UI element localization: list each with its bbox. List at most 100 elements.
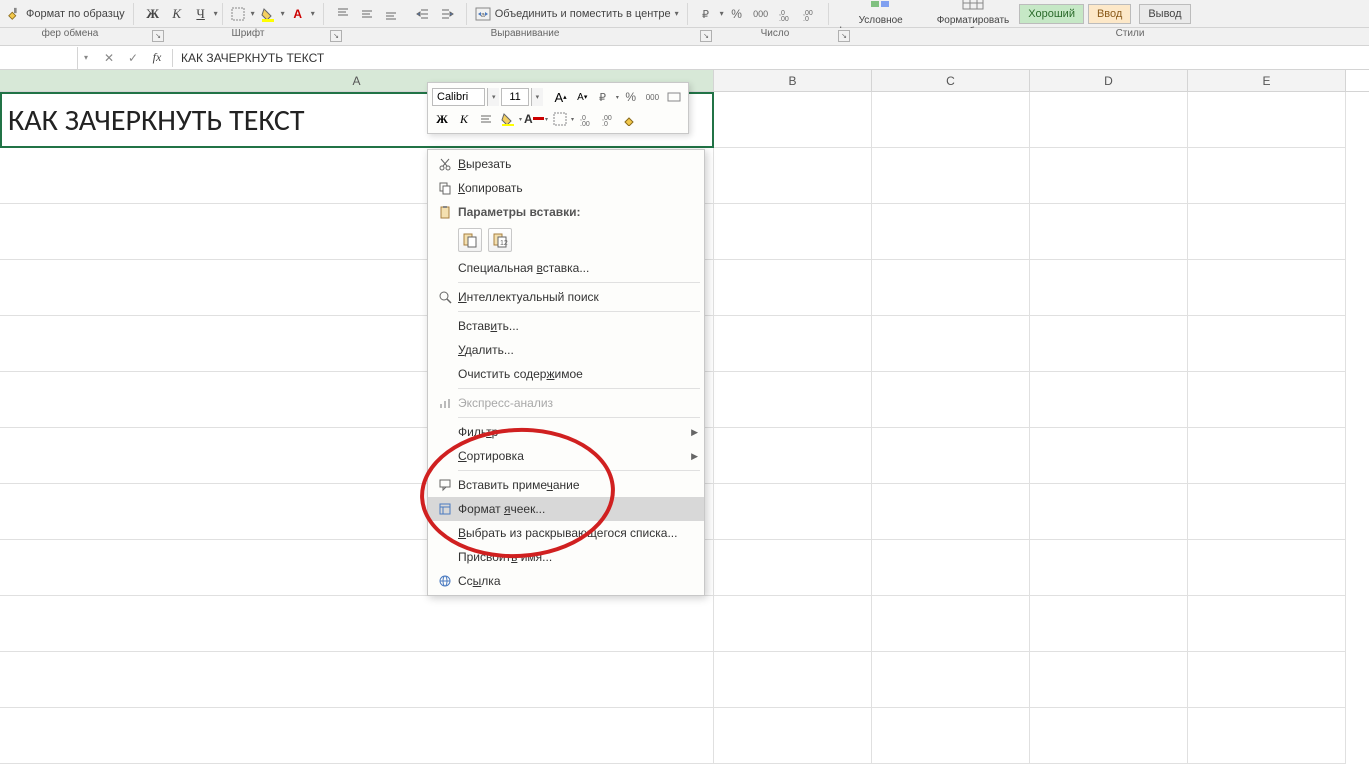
ctx-link[interactable]: Ссылка bbox=[428, 569, 704, 593]
mini-borders-button[interactable] bbox=[550, 109, 570, 129]
svg-text:₽: ₽ bbox=[599, 92, 606, 104]
chevron-right-icon: ▶ bbox=[691, 427, 698, 438]
align-middle-button[interactable] bbox=[356, 3, 378, 25]
mini-font-select[interactable]: Calibri bbox=[432, 88, 485, 106]
cell-c1[interactable] bbox=[872, 92, 1030, 148]
svg-text:a: a bbox=[481, 12, 485, 19]
alignment-launcher[interactable]: ↘ bbox=[700, 30, 712, 42]
increase-decimal-button[interactable]: ,0,00 bbox=[774, 3, 796, 25]
paste-option-default[interactable] bbox=[458, 228, 482, 252]
accounting-format-button[interactable]: ₽ bbox=[696, 3, 718, 25]
percent-button[interactable]: % bbox=[726, 3, 748, 25]
mini-bold-button[interactable]: Ж bbox=[432, 109, 452, 129]
ctx-filter[interactable]: Фильтр ▶ bbox=[428, 420, 704, 444]
comma-button[interactable]: 000 bbox=[750, 3, 772, 25]
mini-decrease-font-button[interactable]: A▾ bbox=[572, 87, 592, 107]
ctx-paste-options-row: 123 bbox=[428, 224, 704, 256]
mini-decimal-inc-button[interactable]: ,0,00 bbox=[576, 109, 596, 129]
paste-option-values[interactable]: 123 bbox=[488, 228, 512, 252]
col-header-d[interactable]: D bbox=[1030, 70, 1188, 91]
col-header-e[interactable]: E bbox=[1188, 70, 1346, 91]
borders-button[interactable] bbox=[227, 3, 249, 25]
ctx-delete[interactable]: Удалить... bbox=[428, 338, 704, 362]
svg-text:,0: ,0 bbox=[602, 121, 608, 126]
align-top-button[interactable] bbox=[332, 3, 354, 25]
group-alignment: Выравнивание bbox=[350, 28, 700, 39]
context-menu: ВВырезатьырезать Копировать Параметры вс… bbox=[427, 149, 705, 596]
mini-accounting-button[interactable]: ₽ bbox=[594, 87, 614, 107]
mini-comma-button[interactable]: 000 bbox=[643, 87, 663, 107]
mini-fill-color-button[interactable] bbox=[498, 109, 518, 129]
bold-button[interactable]: Ж bbox=[142, 3, 164, 25]
ctx-smart-lookup[interactable]: Интеллектуальный поиск bbox=[428, 285, 704, 309]
ribbon-groups-row: фер обмена ↘ Шрифт ↘ Выравнивание ↘ Числ… bbox=[0, 28, 1369, 46]
ctx-pick-from-list[interactable]: Выбрать из раскрывающегося списка... bbox=[428, 521, 704, 545]
mini-align-button[interactable] bbox=[476, 109, 496, 129]
mini-merge-button[interactable] bbox=[664, 87, 684, 107]
ctx-sort[interactable]: Сортировка ▶ bbox=[428, 444, 704, 468]
svg-text:,0: ,0 bbox=[803, 16, 809, 21]
mini-italic-button[interactable]: К bbox=[454, 109, 474, 129]
decrease-indent-button[interactable] bbox=[412, 3, 434, 25]
col-header-b[interactable]: B bbox=[714, 70, 872, 91]
svg-text:₽: ₽ bbox=[702, 9, 709, 21]
name-box-dropdown[interactable]: ▾ bbox=[78, 53, 94, 62]
ribbon-toolbar: Формат по образцу Ж К Ч▾ ▾ ▾ A▾ a Объеди… bbox=[0, 0, 1369, 28]
mini-decimal-dec-button[interactable]: ,00,0 bbox=[598, 109, 618, 129]
comment-icon bbox=[432, 478, 458, 492]
confirm-formula-button[interactable]: ✓ bbox=[124, 49, 142, 67]
col-header-c[interactable]: C bbox=[872, 70, 1030, 91]
copy-icon bbox=[432, 181, 458, 195]
italic-button[interactable]: К bbox=[166, 3, 188, 25]
mini-size-dropdown[interactable]: ▾ bbox=[531, 88, 543, 106]
search-icon bbox=[432, 290, 458, 304]
number-launcher[interactable]: ↘ bbox=[838, 30, 850, 42]
name-box[interactable] bbox=[0, 47, 78, 69]
merge-center-button[interactable]: a Объединить и поместить в центре ▾ bbox=[469, 0, 685, 27]
font-buttons-group: Ж К Ч▾ ▾ ▾ A▾ bbox=[136, 0, 321, 27]
cancel-formula-button[interactable]: ✕ bbox=[100, 49, 118, 67]
ctx-special-paste[interactable]: Специальная вставка... bbox=[428, 256, 704, 280]
table-icon bbox=[961, 0, 985, 15]
ctx-clear[interactable]: Очистить содержимое bbox=[428, 362, 704, 386]
mini-size-select[interactable]: 11 bbox=[501, 88, 529, 106]
cell-style-output[interactable]: Вывод bbox=[1139, 4, 1190, 24]
cell-style-input[interactable]: Ввод bbox=[1088, 4, 1131, 24]
ctx-cut[interactable]: ВВырезатьырезать bbox=[428, 152, 704, 176]
cell-e1[interactable] bbox=[1188, 92, 1346, 148]
clipboard-icon bbox=[432, 205, 458, 219]
ctx-assign-name[interactable]: Присвоить имя... bbox=[428, 545, 704, 569]
svg-text:123: 123 bbox=[500, 240, 508, 247]
ctx-insert-comment[interactable]: Вставить примечание bbox=[428, 473, 704, 497]
merge-center-label: Объединить и поместить в центре bbox=[495, 8, 671, 20]
fill-color-button[interactable] bbox=[257, 3, 279, 25]
cell-style-good[interactable]: Хороший bbox=[1019, 4, 1084, 24]
decrease-decimal-button[interactable]: ,00,0 bbox=[798, 3, 820, 25]
mini-font-dropdown[interactable]: ▾ bbox=[487, 88, 499, 106]
conditional-format-icon bbox=[869, 0, 893, 15]
ctx-format-cells[interactable]: Формат ячеек... bbox=[428, 497, 704, 521]
group-styles: Стили bbox=[1000, 28, 1260, 39]
cell-b1[interactable] bbox=[714, 92, 872, 148]
underline-button[interactable]: Ч bbox=[190, 3, 212, 25]
format-painter-button[interactable]: Формат по образцу bbox=[0, 0, 131, 27]
fx-button[interactable]: fx bbox=[148, 49, 166, 67]
mini-increase-font-button[interactable]: A▴ bbox=[551, 87, 571, 107]
ctx-insert[interactable]: Вставить... bbox=[428, 314, 704, 338]
increase-indent-button[interactable] bbox=[436, 3, 458, 25]
mini-font-color-button[interactable]: A bbox=[524, 109, 544, 129]
mini-percent-button[interactable]: % bbox=[621, 87, 641, 107]
format-cells-icon bbox=[432, 502, 458, 516]
clipboard-launcher[interactable]: ↘ bbox=[152, 30, 164, 42]
formula-input[interactable]: КАК ЗАЧЕРКНУТЬ ТЕКСТ bbox=[173, 51, 1369, 65]
table-row bbox=[0, 708, 1369, 764]
font-color-button[interactable]: A bbox=[287, 3, 309, 25]
cell-d1[interactable] bbox=[1030, 92, 1188, 148]
ctx-copy[interactable]: Копировать bbox=[428, 176, 704, 200]
table-row bbox=[0, 596, 1369, 652]
svg-text:,00: ,00 bbox=[580, 121, 590, 126]
align-bottom-button[interactable] bbox=[380, 3, 402, 25]
group-number: Число bbox=[715, 28, 835, 39]
font-launcher[interactable]: ↘ bbox=[330, 30, 342, 42]
mini-format-painter-button[interactable] bbox=[620, 109, 640, 129]
